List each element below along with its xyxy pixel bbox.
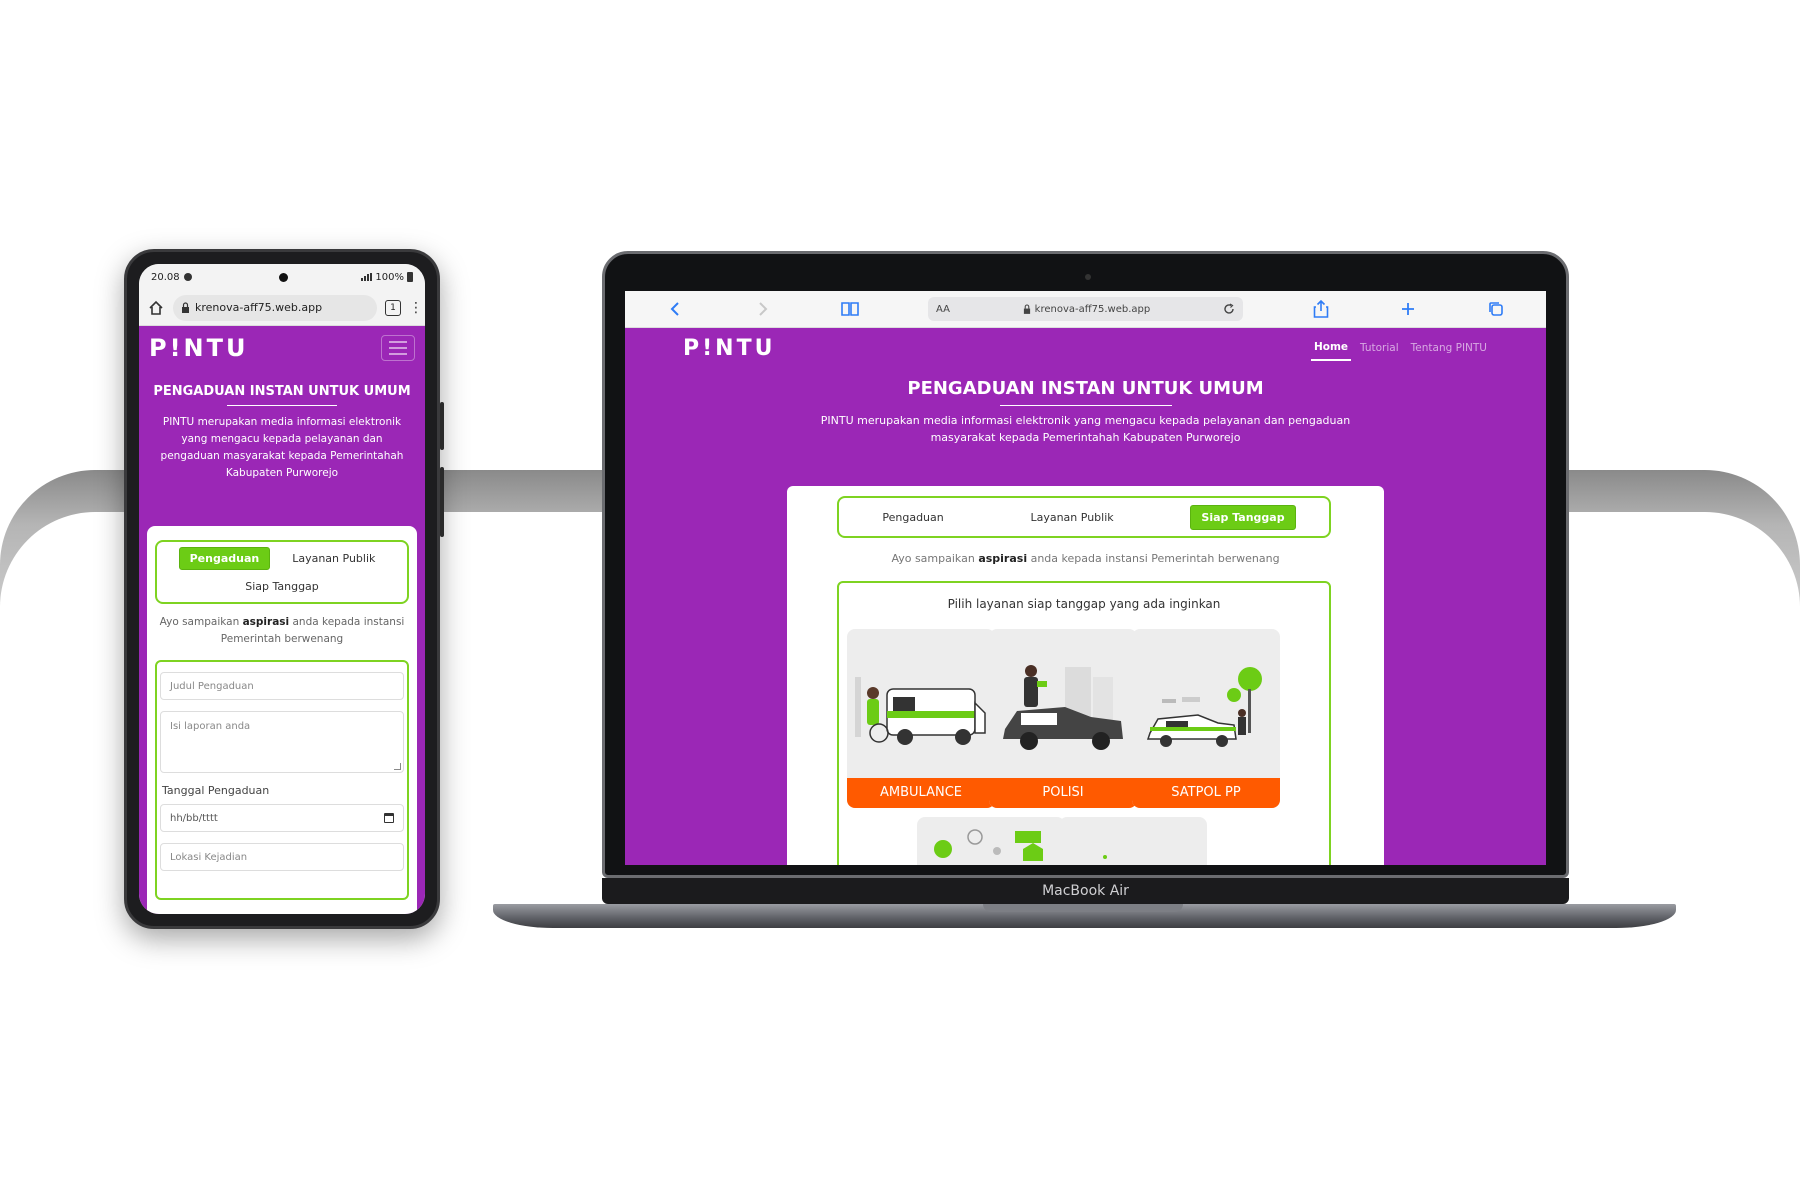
complaint-form: Judul Pengaduan Isi laporan anda Tanggal…: [155, 660, 409, 900]
fire-service-illustration: [934, 829, 1043, 861]
service-label: AMBULANCE: [847, 778, 995, 808]
tab-layanan-publik[interactable]: Layanan Publik: [1020, 506, 1123, 529]
hero-title: PENGADUAN INSTAN UNTUK UMUM: [153, 384, 411, 399]
service-label: SATPOL PP: [1132, 778, 1280, 808]
laptop-base: [493, 904, 1676, 928]
hero-title: PENGADUAN INSTAN UNTUK UMUM: [907, 378, 1264, 399]
service-label: POLISI: [989, 778, 1137, 808]
laptop-navbar: P!NTU Home Tutorial Tentang PINTU: [625, 328, 1546, 368]
phone-url-bar: krenova-aff75.web.app 1 ⋮: [139, 290, 425, 326]
complaint-title-input[interactable]: Judul Pengaduan: [160, 672, 404, 700]
service-selection-box: Pilih layanan siap tanggap yang ada ingi…: [837, 581, 1331, 865]
aspiration-prompt: Ayo sampaikan aspirasi anda kepada insta…: [159, 616, 405, 645]
service-card-ambulance[interactable]: AMBULANCE: [847, 629, 995, 808]
safari-toolbar: AA krenova-aff75.web.app: [625, 291, 1546, 328]
hero-description: PINTU merupakan media informasi elektron…: [160, 416, 404, 479]
lock-icon: [1023, 304, 1030, 314]
calendar-icon[interactable]: [384, 813, 394, 823]
mockup-stage: 20.08 100% krenova-aff75.web.app 1 ⋮ P!N…: [0, 0, 1800, 1200]
ambulance-illustration: [855, 677, 986, 745]
aspiration-prompt: Ayo sampaikan aspirasi anda kepada insta…: [891, 552, 1280, 565]
share-icon[interactable]: [1311, 299, 1331, 319]
complaint-date-input[interactable]: hh/bb/tttt: [160, 804, 404, 832]
phone-device: 20.08 100% krenova-aff75.web.app 1 ⋮ P!N…: [124, 249, 444, 929]
home-icon[interactable]: [147, 299, 165, 317]
phone-content-card: Pengaduan Layanan Publik Siap Tanggap Ay…: [147, 526, 417, 914]
safari-address-field[interactable]: AA krenova-aff75.web.app: [927, 297, 1243, 321]
more-menu-icon[interactable]: ⋮: [409, 300, 423, 316]
laptop-url-text: krenova-aff75.web.app: [1034, 303, 1151, 315]
service-card-satpol-pp[interactable]: SATPOL PP: [1132, 629, 1280, 808]
bookmarks-icon[interactable]: [840, 299, 860, 319]
laptop-screen: AA krenova-aff75.web.app P!NTU Home Tuto…: [625, 291, 1546, 865]
battery-level: 100%: [375, 271, 404, 283]
phone-tab-group: Pengaduan Layanan Publik Siap Tanggap: [155, 540, 409, 604]
tab-pengaduan[interactable]: Pengaduan: [872, 506, 953, 529]
service-card-polisi[interactable]: POLISI: [989, 629, 1137, 808]
nav-menu: Home Tutorial Tentang PINTU: [1310, 335, 1490, 361]
phone-page: P!NTU PENGADUAN INSTAN UNTUK UMUM PINTU …: [139, 326, 425, 914]
police-illustration: [1003, 665, 1123, 750]
tab-siap-tanggap[interactable]: Siap Tanggap: [1190, 504, 1296, 530]
laptop-opening-notch: [983, 904, 1183, 912]
satpol-pp-illustration: [1146, 667, 1262, 747]
laptop-page: P!NTU Home Tutorial Tentang PINTU PENGAD…: [625, 328, 1546, 865]
laptop-model-label: MacBook Air: [602, 878, 1569, 904]
resize-handle-icon[interactable]: [394, 763, 401, 770]
tab-siap-tanggap[interactable]: Siap Tanggap: [235, 576, 329, 597]
laptop-tab-group: Pengaduan Layanan Publik Siap Tanggap: [837, 496, 1331, 538]
tab-overview-icon[interactable]: [1486, 299, 1506, 319]
service-card-other[interactable]: [1059, 817, 1207, 865]
nav-tentang-pintu[interactable]: Tentang PINTU: [1408, 336, 1490, 360]
service-card-fire[interactable]: [917, 817, 1065, 865]
reader-mode-button[interactable]: AA: [936, 304, 950, 315]
phone-status-bar: 20.08 100%: [139, 264, 425, 290]
other-service-illustration: [1103, 855, 1107, 859]
reload-icon[interactable]: [1223, 303, 1235, 315]
notification-icon: [183, 273, 192, 281]
back-icon[interactable]: [665, 299, 685, 319]
front-camera: [279, 273, 288, 282]
forward-icon[interactable]: [753, 299, 773, 319]
battery-icon: [407, 272, 413, 282]
new-tab-icon[interactable]: [1398, 299, 1418, 319]
service-heading: Pilih layanan siap tanggap yang ada ingi…: [947, 597, 1221, 611]
phone-address-field[interactable]: krenova-aff75.web.app: [173, 294, 377, 321]
phone-navbar: P!NTU: [139, 326, 425, 370]
phone-volume-button: [440, 402, 444, 450]
site-logo[interactable]: P!NTU: [683, 336, 775, 361]
incident-location-input[interactable]: Lokasi Kejadian: [160, 843, 404, 871]
hamburger-menu-icon[interactable]: [381, 335, 415, 361]
lock-icon: [182, 302, 189, 313]
complaint-report-textarea[interactable]: Isi laporan anda: [160, 711, 404, 773]
phone-power-button: [440, 467, 444, 537]
laptop-camera: [1085, 274, 1091, 280]
laptop-device: AA krenova-aff75.web.app P!NTU Home Tuto…: [602, 251, 1569, 878]
laptop-content-card: Pengaduan Layanan Publik Siap Tanggap Ay…: [787, 486, 1384, 865]
site-logo[interactable]: P!NTU: [149, 334, 248, 362]
signal-icon: [361, 273, 373, 281]
hero-description: PINTU merupakan media informasi elektron…: [820, 414, 1351, 444]
phone-screen: 20.08 100% krenova-aff75.web.app 1 ⋮ P!N…: [139, 264, 425, 914]
complaint-date-label: Tanggal Pengaduan: [162, 784, 270, 797]
nav-tutorial[interactable]: Tutorial: [1357, 336, 1402, 360]
hero-divider: [999, 405, 1172, 406]
tab-pengaduan[interactable]: Pengaduan: [178, 547, 271, 571]
tab-layanan-publik[interactable]: Layanan Publik: [282, 548, 385, 569]
tab-count-button[interactable]: 1: [385, 299, 401, 316]
nav-home[interactable]: Home: [1310, 335, 1352, 361]
status-time: 20.08: [151, 271, 180, 283]
phone-url-text: krenova-aff75.web.app: [195, 301, 323, 314]
